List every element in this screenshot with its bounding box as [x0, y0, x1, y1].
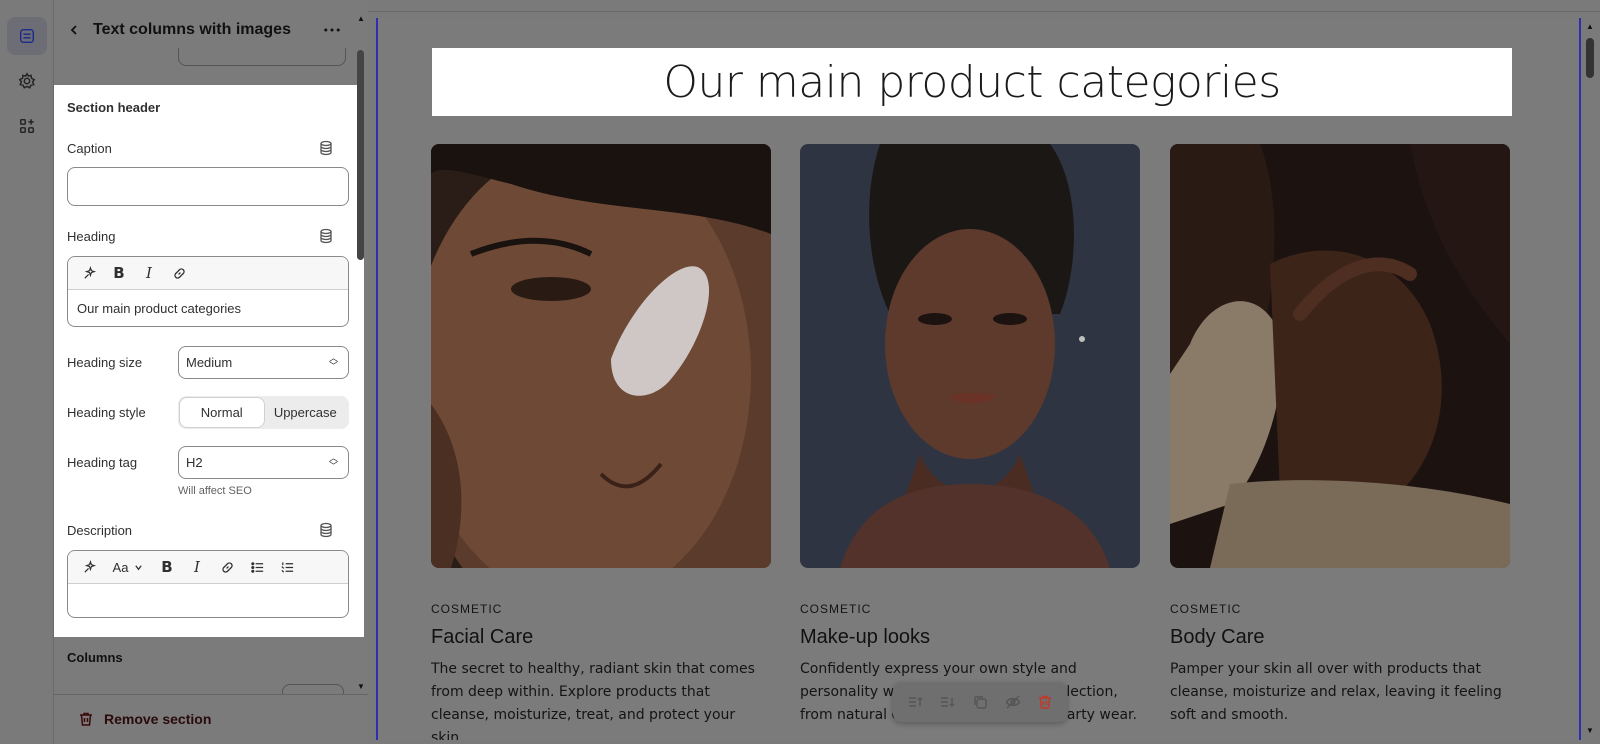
description-value[interactable] [68, 584, 348, 606]
scroll-down-arrow-icon[interactable]: ▼ [1586, 726, 1594, 735]
description-label: Description [67, 523, 133, 538]
italic-icon[interactable]: I [136, 261, 162, 285]
font-size-label: Aa [112, 559, 129, 575]
preview-top-bar [368, 0, 1600, 12]
preview-heading-block[interactable]: Our main product categories [432, 48, 1512, 116]
chevron-down-icon [135, 564, 143, 570]
heading-tag-hint: Will affect SEO [178, 485, 252, 497]
body-care-image[interactable] [1170, 144, 1510, 568]
settings-panel: Text columns with images Section header … [54, 0, 368, 744]
heading-toolbar: B I [68, 257, 348, 290]
make-up-looks-image[interactable] [800, 144, 1140, 568]
heading-tag-select[interactable]: H2 ︿ ﹀ [178, 446, 349, 479]
facial-care-image[interactable] [431, 144, 771, 568]
sections-icon[interactable] [7, 17, 47, 55]
scroll-up-arrow-icon[interactable]: ▲ [357, 14, 365, 23]
column-caption[interactable]: COSMETIC [1170, 602, 1510, 616]
preview-scroll-thumb[interactable] [1586, 38, 1594, 78]
heading-style-normal[interactable]: Normal [180, 398, 264, 427]
heading-size-value: Medium [186, 355, 233, 370]
link-icon[interactable] [166, 261, 192, 285]
heading-style-uppercase[interactable]: Uppercase [264, 398, 348, 427]
column-make-up-looks[interactable]: COSMETIC Make-up looks Confidently expre… [800, 144, 1140, 727]
bulleted-list-icon[interactable] [244, 555, 270, 579]
description-editor[interactable]: Aa B I [67, 550, 349, 618]
duplicate-icon[interactable] [969, 691, 991, 713]
remove-section-label: Remove section [104, 711, 212, 727]
column-title[interactable]: Make-up looks [800, 626, 1140, 649]
section-header-title: Section header [67, 100, 161, 115]
delete-trash-icon[interactable] [1034, 691, 1056, 713]
heading-tag-value: H2 [186, 455, 203, 470]
panel-header: Text columns with images [54, 12, 354, 48]
column-description[interactable]: The secret to healthy, radiant skin that… [431, 658, 771, 740]
columns-section-label: Columns [67, 650, 123, 665]
theme-settings-gear-icon[interactable] [7, 62, 47, 100]
left-rail [0, 0, 54, 744]
column-caption[interactable]: COSMETIC [431, 602, 771, 616]
block-action-toolbar [893, 682, 1067, 722]
apps-icon[interactable] [7, 107, 47, 145]
panel-title: Text columns with images [93, 21, 291, 38]
column-caption[interactable]: COSMETIC [800, 602, 1140, 616]
magic-sparkle-icon[interactable] [76, 555, 102, 579]
heading-size-label: Heading size [67, 355, 143, 370]
remove-section-button[interactable]: Remove section [78, 711, 211, 727]
footer-divider [54, 694, 368, 695]
dynamic-source-icon[interactable] [318, 228, 334, 244]
scroll-up-arrow-icon[interactable]: ▲ [1586, 22, 1594, 31]
bold-icon[interactable]: B [106, 261, 132, 285]
heading-style-toggle[interactable]: Normal Uppercase [178, 396, 349, 429]
column-body-care[interactable]: COSMETIC Body Care Pamper your skin all … [1170, 144, 1510, 727]
bold-icon[interactable]: B [154, 555, 180, 579]
heading-value[interactable]: Our main product categories [68, 290, 348, 326]
column-facial-care[interactable]: COSMETIC Facial Care The secret to healt… [431, 144, 771, 740]
back-chevron-icon[interactable] [64, 20, 84, 40]
preview-canvas[interactable]: Our main product categories COSMETIC Fac… [376, 18, 1581, 740]
column-description[interactable]: Pamper your skin all over with products … [1170, 658, 1510, 727]
column-title[interactable]: Facial Care [431, 626, 771, 649]
preview-heading[interactable]: Our main product categories [663, 57, 1281, 108]
heading-tag-label: Heading tag [67, 455, 138, 470]
magic-sparkle-icon[interactable] [76, 261, 102, 285]
heading-editor[interactable]: B I Our main product categories [67, 256, 349, 327]
trash-icon [80, 712, 92, 726]
panel-scroll-thumb[interactable] [357, 50, 364, 260]
panel-scrollbar[interactable]: ▲ ▼ [354, 12, 368, 692]
column-title[interactable]: Body Care [1170, 626, 1510, 649]
more-options-icon[interactable] [320, 18, 344, 42]
description-toolbar: Aa B I [68, 551, 348, 584]
select-chevron-icon: ︿ ﹀ [328, 453, 338, 471]
next-field-edge [282, 684, 344, 694]
heading-size-select[interactable]: Medium ︿ ﹀ [178, 346, 349, 379]
link-icon[interactable] [214, 555, 240, 579]
select-chevron-icon: ︿ ﹀ [328, 353, 338, 371]
heading-label: Heading [67, 229, 116, 244]
italic-icon[interactable]: I [184, 555, 210, 579]
scroll-down-arrow-icon[interactable]: ▼ [357, 682, 365, 691]
section-header-card: Section header Caption Heading B I Our m… [54, 85, 364, 637]
hide-eye-icon[interactable] [1002, 691, 1024, 713]
numbered-list-icon[interactable] [274, 555, 300, 579]
dynamic-source-icon[interactable] [318, 140, 334, 156]
font-size-dropdown[interactable]: Aa [106, 555, 150, 579]
dynamic-source-icon[interactable] [318, 522, 334, 538]
caption-input[interactable] [67, 167, 349, 206]
previous-field-edge [178, 48, 346, 66]
caption-label: Caption [67, 141, 112, 156]
move-down-icon[interactable] [936, 691, 958, 713]
move-up-icon[interactable] [904, 691, 926, 713]
heading-style-label: Heading style [67, 405, 146, 420]
preview-scrollbar[interactable]: ▲ ▼ [1583, 18, 1597, 740]
